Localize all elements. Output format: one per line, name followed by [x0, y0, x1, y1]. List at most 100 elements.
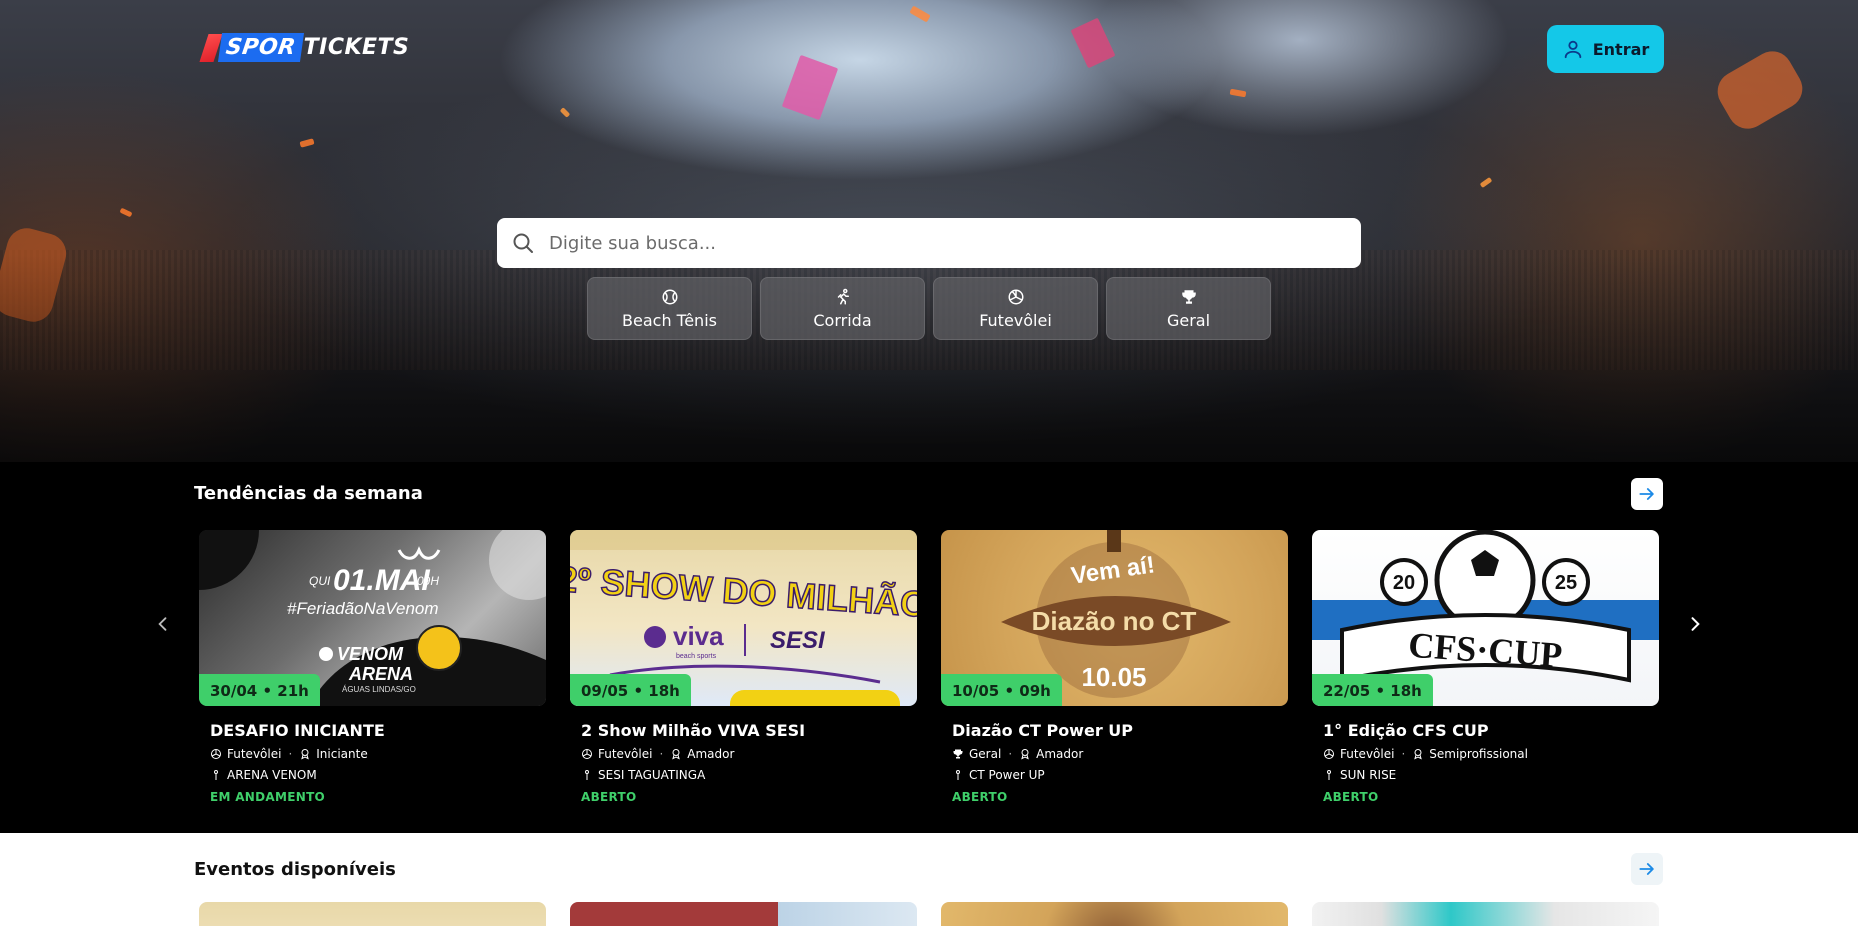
confetti	[119, 207, 133, 218]
event-venue: SESI TAGUATINGA	[598, 768, 706, 782]
separator-dot: ·	[659, 747, 664, 761]
event-thumbnail: 2º SHOW DO MILHÃO viva beach sports SESI…	[570, 530, 917, 706]
event-level: Semiprofissional	[1429, 747, 1528, 761]
event-sport: Futevôlei	[227, 747, 282, 761]
pin-icon	[1327, 770, 1331, 780]
event-status: ABERTO	[952, 790, 1008, 804]
medal-icon	[1414, 749, 1423, 760]
poster-text: VENOM	[337, 644, 404, 664]
runner-icon	[837, 288, 849, 304]
arrow-right-icon	[1639, 488, 1654, 500]
event-date-badge: 09/05 • 18h	[570, 674, 691, 706]
poster-text: QUI	[309, 574, 331, 588]
poster-text: #FeriadãoNaVenom	[287, 599, 439, 618]
event-level: Amador	[1036, 747, 1084, 761]
category-label: Futevôlei	[979, 310, 1052, 330]
poster-text: SESI	[770, 627, 826, 654]
login-button[interactable]: Entrar	[1547, 25, 1664, 73]
medal-icon	[1021, 749, 1029, 760]
category-beach-tennis[interactable]: Beach Tênis	[587, 277, 752, 340]
logo-text-tickets: TICKETS	[303, 35, 410, 60]
volleyball-icon	[1324, 749, 1334, 759]
event-venue-row: SESI TAGUATINGA	[581, 768, 917, 782]
see-all-button[interactable]	[1631, 478, 1663, 510]
event-meta: Futevôlei · Semiprofissional	[1323, 747, 1659, 761]
event-card[interactable]: 2º SHOW DO MILHÃO viva beach sports SESI…	[570, 530, 917, 804]
event-carousel: QUI 01.MAI 09H #FeriadãoNaVenom VENOM AR…	[199, 530, 1659, 804]
volleyball-icon	[1008, 289, 1023, 304]
section-title: Tendências da semana	[194, 483, 423, 504]
available-event-thumbnails	[199, 902, 1659, 926]
event-date-badge: 22/05 • 18h	[1312, 674, 1433, 706]
separator-dot: ·	[1401, 747, 1406, 761]
poster-text: ÁGUAS LINDAS/GO	[342, 685, 416, 694]
tennis-ball-icon	[662, 289, 677, 304]
event-card[interactable]: Vem aí! Diazão no CT 10.05 10/05 • 09h D…	[941, 530, 1288, 804]
pin-icon	[214, 770, 218, 780]
event-status: ABERTO	[1323, 790, 1379, 804]
confetti	[1479, 177, 1493, 188]
category-label: Corrida	[813, 310, 872, 330]
event-card[interactable]: 20 25 CFS·CUP 22/05 • 18h 1° Edição CFS …	[1312, 530, 1659, 804]
event-thumbnail[interactable]	[199, 902, 546, 926]
event-thumbnail: QUI 01.MAI 09H #FeriadãoNaVenom VENOM AR…	[199, 530, 546, 706]
trophy-icon	[953, 749, 963, 759]
event-card[interactable]: QUI 01.MAI 09H #FeriadãoNaVenom VENOM AR…	[199, 530, 546, 804]
poster-text: 2º SHOW DO MILHÃO	[570, 557, 917, 625]
arrow-right-icon	[1639, 863, 1654, 875]
event-sport: Futevôlei	[1340, 747, 1395, 761]
confetti	[299, 138, 315, 148]
event-thumbnail[interactable]	[1312, 902, 1659, 926]
event-date-badge: 10/05 • 09h	[941, 674, 1062, 706]
poster-text: ARENA	[348, 664, 413, 684]
category-futevolei[interactable]: Futevôlei	[933, 277, 1098, 340]
event-thumbnail[interactable]	[941, 902, 1288, 926]
poster-text: Diazão no CT	[1032, 606, 1197, 636]
poster-text: beach sports	[676, 653, 717, 660]
category-label: Geral	[1166, 310, 1211, 330]
event-meta: Futevôlei · Iniciante	[210, 747, 546, 761]
category-corrida[interactable]: Corrida	[760, 277, 925, 340]
medal-icon	[301, 749, 310, 760]
category-label: Beach Tênis	[622, 310, 717, 330]
logo[interactable]: SPOR TICKETS	[199, 33, 410, 62]
volleyball-icon	[582, 749, 592, 759]
available-events-section: Eventos disponíveis	[0, 833, 1858, 926]
search-bar[interactable]	[497, 218, 1361, 268]
volleyball-icon	[211, 749, 221, 759]
event-level: Iniciante	[316, 747, 368, 761]
event-title: 1° Edição CFS CUP	[1323, 721, 1489, 740]
confetti	[1229, 88, 1247, 98]
trophy-icon	[1181, 289, 1196, 304]
confetti	[781, 54, 839, 121]
section-title: Eventos disponíveis	[194, 859, 396, 880]
login-label: Entrar	[1592, 39, 1650, 59]
event-venue-row: ARENA VENOM	[210, 768, 546, 782]
poster-text: 09H	[417, 574, 439, 588]
poster-text: 01.MAI	[333, 564, 430, 597]
poster-text: viva	[673, 621, 724, 651]
page: SPOR TICKETS Entrar Beach Tênis Corrida …	[0, 0, 1858, 926]
event-title: 2 Show Milhão VIVA SESI	[581, 721, 806, 740]
pin-icon	[585, 770, 589, 780]
event-venue-row: CT Power UP	[952, 768, 1288, 782]
flag-decoration	[1710, 44, 1810, 136]
poster-text: 20	[1393, 572, 1415, 594]
event-title: Diazão CT Power UP	[952, 721, 1133, 740]
event-sport: Futevôlei	[598, 747, 653, 761]
event-level: Amador	[687, 747, 735, 761]
carousel-next-icon[interactable]	[1685, 614, 1705, 634]
event-venue: SUN RISE	[1340, 768, 1397, 782]
logo-text-spor: SPOR	[217, 33, 304, 62]
event-thumbnail[interactable]	[570, 902, 917, 926]
see-all-button[interactable]	[1631, 853, 1663, 885]
category-filters: Beach Tênis Corrida Futevôlei Geral	[587, 277, 1271, 340]
category-geral[interactable]: Geral	[1106, 277, 1271, 340]
event-status: ABERTO	[581, 790, 637, 804]
event-venue-row: SUN RISE	[1323, 768, 1659, 782]
event-thumbnail: 20 25 CFS·CUP 22/05 • 18h	[1312, 530, 1659, 706]
user-icon	[1564, 40, 1581, 59]
search-input[interactable]	[549, 232, 1329, 254]
carousel-prev-icon[interactable]	[153, 614, 173, 634]
event-meta: Futevôlei · Amador	[581, 747, 917, 761]
